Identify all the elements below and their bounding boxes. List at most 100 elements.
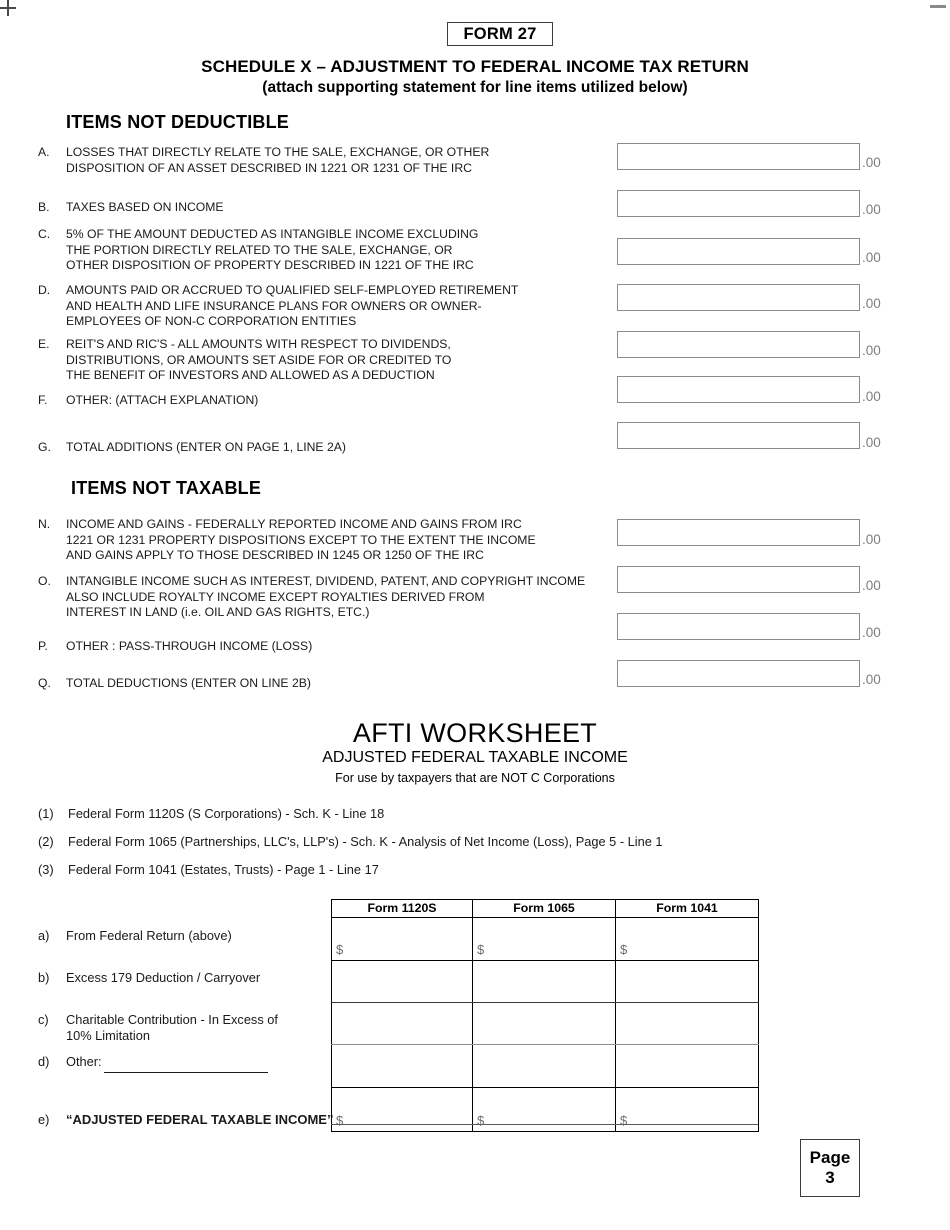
cents-suffix-p: .00: [862, 625, 881, 640]
afti-reference-3-text: Federal Form 1041 (Estates, Trusts) - Pa…: [68, 862, 379, 877]
cents-suffix-d: .00: [862, 296, 881, 311]
worksheet-table-row-b: [331, 960, 759, 1003]
line-item-q-text: TOTAL DEDUCTIONS (ENTER ON LINE 2B): [66, 676, 311, 690]
form-page: FORM 27 SCHEDULE X – ADJUSTMENT TO FEDER…: [0, 0, 950, 1230]
worksheet-row-d-number: d): [38, 1054, 50, 1069]
page-title: SCHEDULE X – ADJUSTMENT TO FEDERAL INCOM…: [201, 57, 749, 76]
afti-worksheet-title: AFTI WORKSHEET: [352, 718, 598, 748]
cents-suffix-n: .00: [862, 532, 881, 547]
line-item-g-letter: G.: [38, 440, 51, 454]
afti-reference-2-number: (2): [38, 834, 54, 849]
form-number-badge: FORM 27: [447, 22, 553, 46]
amount-input-a[interactable]: [617, 143, 860, 170]
worksheet-cell-b-1065[interactable]: [472, 960, 616, 1003]
amount-input-g[interactable]: [617, 422, 860, 449]
registration-crosshair-icon: [0, 0, 16, 16]
section-heading-items-not-deductible: ITEMS NOT DEDUCTIBLE: [66, 112, 289, 132]
worksheet-row-a-text: From Federal Return (above): [66, 928, 232, 943]
amount-input-p[interactable]: [617, 613, 860, 640]
worksheet-cell-c-1041[interactable]: [615, 1002, 759, 1045]
worksheet-cell-d-1120s[interactable]: [331, 1044, 473, 1088]
line-item-c: C. 5% OF THE AMOUNT DEDUCTED AS INTANGIB…: [38, 227, 598, 274]
afti-reference-2: (2) Federal Form 1065 (Partnerships, LLC'…: [38, 834, 663, 849]
worksheet-cell-a-1120s[interactable]: $: [331, 917, 473, 961]
line-item-o: O. INTANGIBLE INCOME SUCH AS INTEREST, D…: [38, 574, 628, 621]
worksheet-table-bottom-double-rule: [331, 1124, 758, 1126]
line-item-c-letter: C.: [38, 227, 51, 241]
worksheet-cell-b-1120s[interactable]: [331, 960, 473, 1003]
worksheet-cell-c-1120s[interactable]: [331, 1002, 473, 1045]
afti-reference-3: (3) Federal Form 1041 (Estates, Trusts) -…: [38, 862, 379, 877]
line-item-n-letter: N.: [38, 517, 51, 531]
afti-reference-1: (1) Federal Form 1120S (S Corporations) -…: [38, 806, 384, 821]
amount-input-n[interactable]: [617, 519, 860, 546]
worksheet-row-label-d: d) Other:: [38, 1054, 328, 1070]
line-item-p: P. OTHER : PASS-THROUGH INCOME (LOSS): [38, 639, 598, 655]
line-item-d-letter: D.: [38, 283, 51, 297]
line-item-b-text: TAXES BASED ON INCOME: [66, 200, 224, 214]
worksheet-cell-d-1065[interactable]: [472, 1044, 616, 1088]
amount-input-e[interactable]: [617, 331, 860, 358]
worksheet-cell-a-1041[interactable]: $: [615, 917, 759, 961]
amount-input-o[interactable]: [617, 566, 860, 593]
line-item-b: B. TAXES BASED ON INCOME: [38, 200, 598, 216]
amount-input-b[interactable]: [617, 190, 860, 217]
worksheet-cell-c-1065[interactable]: [472, 1002, 616, 1045]
cents-suffix-o: .00: [862, 578, 881, 593]
afti-reference-1-text: Federal Form 1120S (S Corporations) - Sc…: [68, 806, 385, 821]
page-number-word: Page: [809, 1148, 851, 1167]
line-item-d-text: AMOUNTS PAID OR ACCRUED TO QUALIFIED SEL…: [66, 283, 519, 328]
page-number-badge: Page 3: [800, 1139, 860, 1197]
line-item-n: N. INCOME AND GAINS - FEDERALLY REPORTED…: [38, 517, 618, 564]
page-number-value: 3: [825, 1168, 835, 1187]
amount-input-q[interactable]: [617, 660, 860, 687]
worksheet-row-label-a: a) From Federal Return (above): [38, 928, 328, 944]
afti-reference-2-text: Federal Form 1065 (Partnerships, LLC's, …: [68, 834, 663, 849]
line-item-f-letter: F.: [38, 393, 48, 407]
worksheet-row-b-text: Excess 179 Deduction / Carryover: [66, 970, 261, 985]
afti-worksheet-note: For use by taxpayers that are NOT C Corp…: [335, 771, 615, 785]
amount-input-c[interactable]: [617, 238, 860, 265]
line-item-a-text: LOSSES THAT DIRECTLY RELATE TO THE SALE,…: [66, 145, 490, 175]
worksheet-row-c-text: Charitable Contribution - In Excess of 1…: [66, 1012, 278, 1043]
cents-suffix-e: .00: [862, 343, 881, 358]
line-item-c-text: 5% OF THE AMOUNT DEDUCTED AS INTANGIBLE …: [66, 227, 479, 272]
line-item-d: D. AMOUNTS PAID OR ACCRUED TO QUALIFIED …: [38, 283, 598, 330]
worksheet-table-row-a: $ $ $: [331, 917, 759, 961]
cents-suffix-b: .00: [862, 202, 881, 217]
worksheet-row-label-e: e) “ADJUSTED FEDERAL TAXABLE INCOME”: [38, 1112, 338, 1128]
worksheet-row-e-number: e): [38, 1112, 50, 1127]
amount-input-d[interactable]: [617, 284, 860, 311]
worksheet-row-d-text: Other:: [66, 1054, 102, 1069]
line-item-p-letter: P.: [38, 639, 48, 653]
line-item-q: Q. TOTAL DEDUCTIONS (ENTER ON LINE 2B): [38, 676, 598, 692]
worksheet-cell-b-1041[interactable]: [615, 960, 759, 1003]
worksheet-cell-a-1065[interactable]: $: [472, 917, 616, 961]
worksheet-row-label-b: b) Excess 179 Deduction / Carryover: [38, 970, 328, 986]
worksheet-table-row-d: [331, 1044, 759, 1088]
line-item-e-letter: E.: [38, 337, 50, 351]
line-item-a: A. LOSSES THAT DIRECTLY RELATE TO THE SA…: [38, 145, 598, 176]
worksheet-other-write-in-line[interactable]: [104, 1072, 268, 1073]
worksheet-column-header-1065: Form 1065: [472, 899, 616, 918]
line-item-a-letter: A.: [38, 145, 50, 159]
line-item-f-text: OTHER: (ATTACH EXPLANATION): [66, 393, 259, 407]
line-item-p-text: OTHER : PASS-THROUGH INCOME (LOSS): [66, 639, 313, 653]
worksheet-row-label-c: c) Charitable Contribution - In Excess o…: [38, 1012, 328, 1044]
line-item-o-text: INTANGIBLE INCOME SUCH AS INTEREST, DIVI…: [66, 574, 586, 619]
line-item-g: G. TOTAL ADDITIONS (ENTER ON PAGE 1, LIN…: [38, 440, 598, 456]
worksheet-row-a-number: a): [38, 928, 50, 943]
amount-input-f[interactable]: [617, 376, 860, 403]
worksheet-row-c-number: c): [38, 1012, 49, 1027]
afti-worksheet-table: Form 1120S Form 1065 Form 1041 $ $ $ $ $…: [331, 899, 759, 1132]
cents-suffix-g: .00: [862, 435, 881, 450]
worksheet-column-header-1041: Form 1041: [615, 899, 759, 918]
cents-suffix-c: .00: [862, 250, 881, 265]
line-item-f: F. OTHER: (ATTACH EXPLANATION): [38, 393, 598, 409]
registration-dash-icon: [930, 5, 946, 8]
worksheet-cell-d-1041[interactable]: [615, 1044, 759, 1088]
afti-reference-3-number: (3): [38, 862, 54, 877]
line-item-g-text: TOTAL ADDITIONS (ENTER ON PAGE 1, LINE 2…: [66, 440, 346, 454]
afti-reference-1-number: (1): [38, 806, 54, 821]
worksheet-row-b-number: b): [38, 970, 50, 985]
